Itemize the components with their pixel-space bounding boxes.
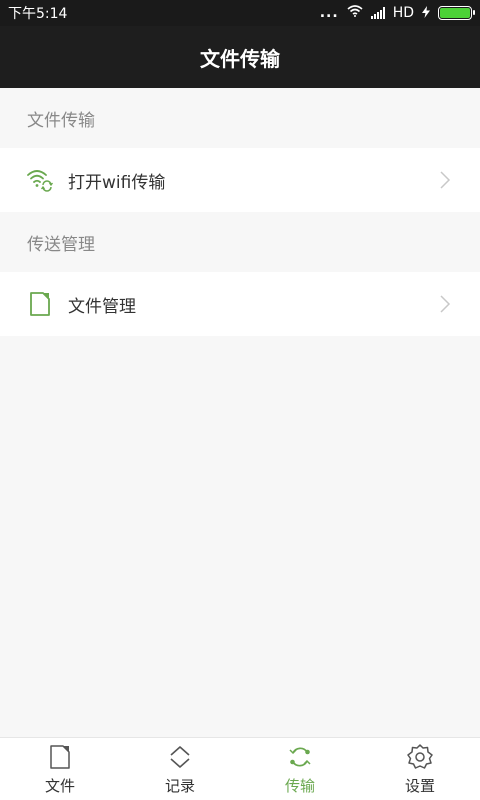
chevron-right-icon bbox=[438, 294, 452, 314]
nav-label: 设置 bbox=[404, 776, 435, 795]
document-icon bbox=[26, 290, 54, 318]
sync-icon bbox=[286, 743, 314, 771]
section-header-file-transfer: 文件传输 bbox=[0, 88, 480, 148]
title-bar: 文件传输 bbox=[0, 26, 480, 88]
notification-dots: ... bbox=[319, 5, 339, 21]
nav-label: 文件 bbox=[44, 776, 75, 795]
main-content: 文件传输 打开wifi传输 传送管理 文件管理 bbox=[0, 88, 480, 336]
list-item-label: 文件管理 bbox=[68, 296, 136, 317]
list-item-file-management[interactable]: 文件管理 bbox=[0, 272, 480, 336]
nav-tab-settings[interactable]: 设置 bbox=[360, 738, 480, 800]
document-icon bbox=[46, 743, 74, 771]
list-item-open-wifi-transfer[interactable]: 打开wifi传输 bbox=[0, 148, 480, 212]
nav-tab-transfer[interactable]: 传输 bbox=[240, 738, 360, 800]
network-type: HD bbox=[392, 5, 414, 21]
nav-tab-records[interactable]: 记录 bbox=[120, 738, 240, 800]
wifi-icon bbox=[347, 5, 363, 21]
page-title: 文件传输 bbox=[200, 46, 280, 71]
bottom-nav: 文件 记录 传输 设置 bbox=[0, 737, 480, 800]
status-indicators: ... HD bbox=[319, 5, 475, 21]
status-time: 下午5:14 bbox=[8, 6, 68, 22]
chevron-right-icon bbox=[438, 170, 452, 190]
nav-label: 记录 bbox=[164, 776, 195, 795]
battery-icon bbox=[438, 6, 475, 20]
charging-icon bbox=[422, 5, 430, 21]
chevrons-up-down-icon bbox=[166, 743, 194, 771]
gear-icon bbox=[406, 743, 434, 771]
signal-icon bbox=[370, 7, 385, 19]
nav-label: 传输 bbox=[284, 776, 315, 795]
section-header-transfer-management: 传送管理 bbox=[0, 212, 480, 272]
nav-tab-files[interactable]: 文件 bbox=[0, 738, 120, 800]
status-bar: 下午5:14 ... HD bbox=[0, 0, 480, 26]
wifi-transfer-icon bbox=[26, 166, 54, 194]
list-item-label: 打开wifi传输 bbox=[68, 172, 166, 193]
